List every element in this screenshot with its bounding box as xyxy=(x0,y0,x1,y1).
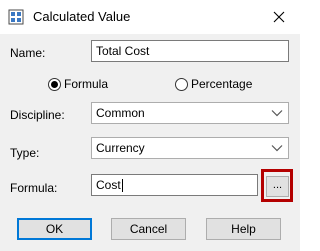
text-caret xyxy=(121,179,123,193)
close-button[interactable] xyxy=(258,0,300,34)
name-input[interactable]: Total Cost xyxy=(91,40,289,62)
discipline-value: Common xyxy=(96,106,145,120)
discipline-select[interactable]: Common xyxy=(91,102,289,124)
calculator-grid-icon xyxy=(8,9,24,25)
type-select[interactable]: Currency xyxy=(91,137,289,159)
discipline-label: Discipline: xyxy=(10,108,65,122)
chevron-down-icon xyxy=(271,110,283,117)
title-bar: Calculated Value xyxy=(0,0,300,34)
percentage-radio-indicator xyxy=(175,77,188,91)
formula-input[interactable]: Cost xyxy=(91,174,258,196)
close-icon xyxy=(273,11,285,23)
percentage-radio-label: Percentage xyxy=(191,77,253,91)
formula-radio-indicator xyxy=(48,77,61,91)
formula-radio-label: Formula xyxy=(64,77,109,91)
formula-radio[interactable]: Formula xyxy=(48,77,108,91)
cancel-button[interactable]: Cancel xyxy=(111,218,186,240)
formula-label: Formula: xyxy=(10,181,58,195)
help-button[interactable]: Help xyxy=(206,218,281,240)
calculated-value-dialog: Calculated Value Name: Total Cost Formul… xyxy=(0,0,300,251)
type-label: Type: xyxy=(10,146,40,160)
name-label: Name: xyxy=(10,46,46,60)
window-title: Calculated Value xyxy=(33,9,131,24)
type-value: Currency xyxy=(96,141,145,155)
chevron-down-icon xyxy=(271,145,283,152)
percentage-radio[interactable]: Percentage xyxy=(175,77,252,91)
ok-button[interactable]: OK xyxy=(17,218,92,240)
formula-value: Cost xyxy=(96,178,121,192)
highlight-box xyxy=(261,169,293,202)
